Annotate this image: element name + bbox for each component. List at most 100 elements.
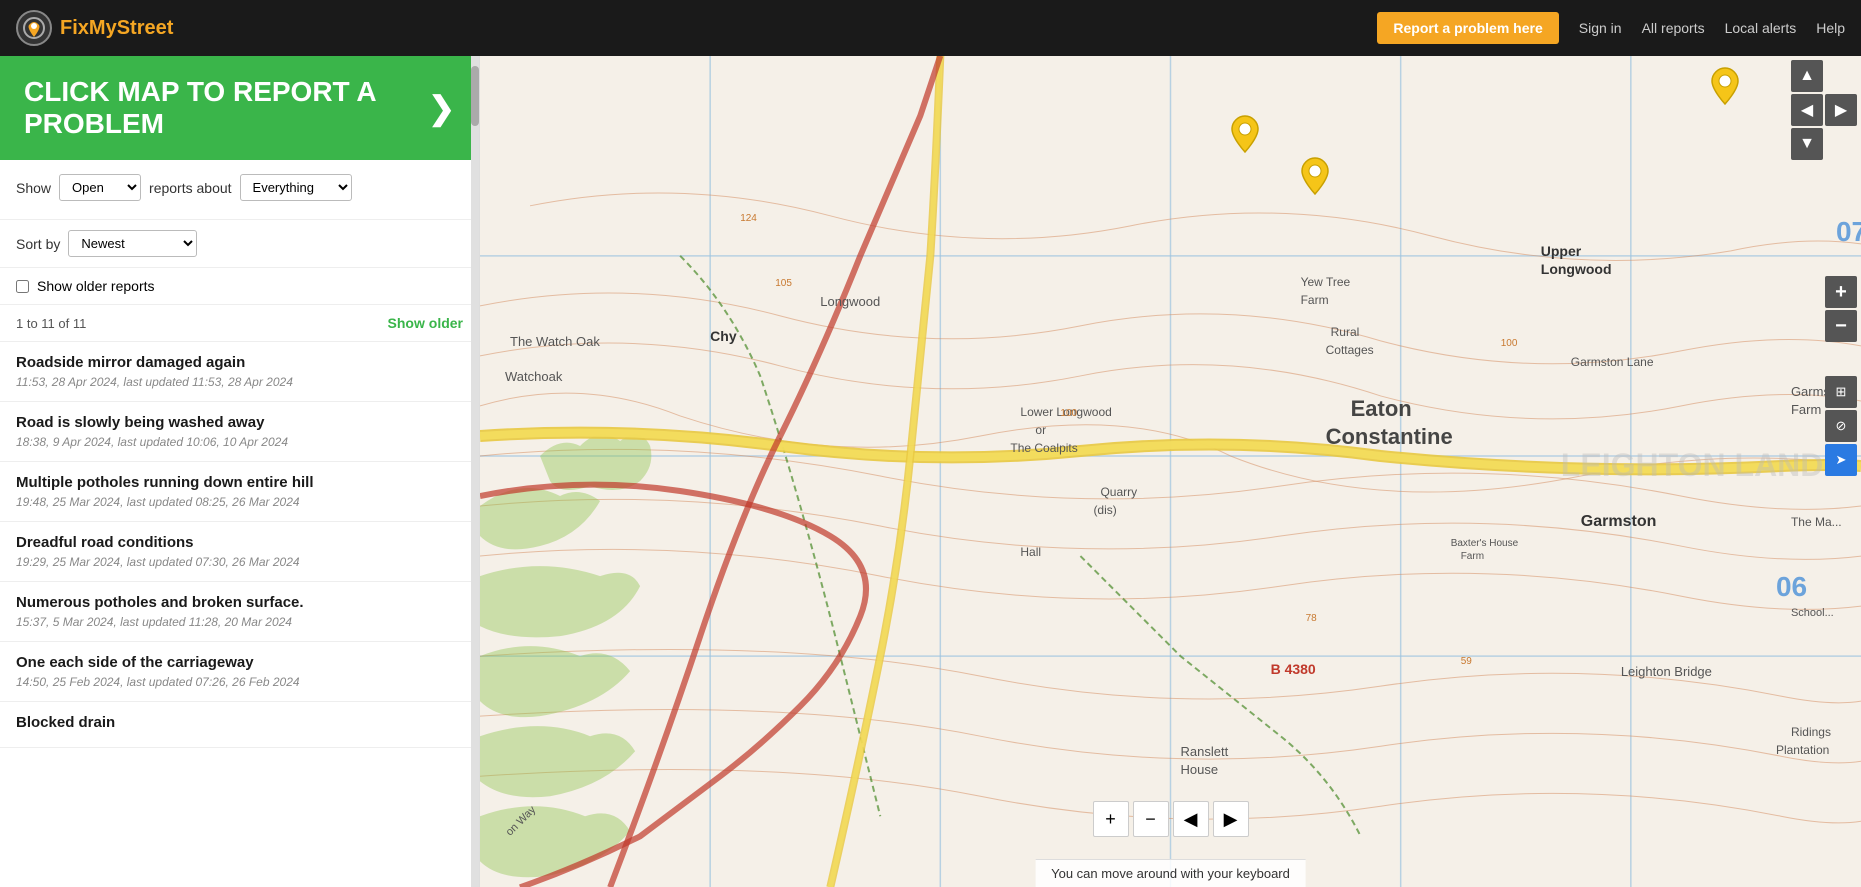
map-nav-left-button[interactable]: ◀ (1173, 801, 1209, 837)
svg-text:100: 100 (1501, 338, 1518, 349)
reports-list: Roadside mirror damaged again11:53, 28 A… (0, 342, 479, 748)
sort-select[interactable]: Newest Oldest Most updated (68, 230, 197, 257)
logo-area: FixMyStreet (16, 10, 1361, 46)
zoom-out-button[interactable]: − (1825, 310, 1857, 342)
report-meta: 14:50, 25 Feb 2024, last updated 07:26, … (16, 675, 463, 689)
banner-arrow-icon: ❯ (428, 89, 455, 127)
map-pan-right-button[interactable]: ▶ (1825, 94, 1857, 126)
svg-text:Ranslett: Ranslett (1181, 744, 1229, 759)
map-nav-buttons: + − ◀ ▶ (1093, 801, 1249, 837)
svg-text:105: 105 (775, 278, 792, 289)
report-meta: 15:37, 5 Mar 2024, last updated 11:28, 2… (16, 615, 463, 629)
svg-text:59: 59 (1461, 656, 1473, 667)
svg-text:Constantine: Constantine (1326, 424, 1453, 449)
svg-text:Farm: Farm (1301, 293, 1329, 307)
header: FixMyStreet Report a problem here Sign i… (0, 0, 1861, 56)
map-nav-right-button[interactable]: ▶ (1213, 801, 1249, 837)
logo-text: FixMyStreet (60, 17, 173, 40)
map-layers-button[interactable]: ⊘ (1825, 410, 1857, 442)
click-map-banner[interactable]: CLICK MAP TO REPORT A PROBLEM ❯ (0, 56, 479, 160)
report-list-item[interactable]: Road is slowly being washed away18:38, 9… (0, 402, 479, 462)
map-marker-1[interactable] (1230, 114, 1260, 154)
report-problem-button[interactable]: Report a problem here (1377, 12, 1558, 44)
logo-fix: Fix (60, 17, 89, 39)
report-title: Blocked drain (16, 714, 463, 731)
main-layout: CLICK MAP TO REPORT A PROBLEM ❯ Show Ope… (0, 56, 1861, 887)
filters-section: Show Open Fixed All reports about Everyt… (0, 160, 479, 220)
report-title: Multiple potholes running down entire hi… (16, 474, 463, 491)
sort-label: Sort by (16, 236, 60, 252)
report-meta: 18:38, 9 Apr 2024, last updated 10:06, 1… (16, 435, 463, 449)
svg-text:Upper: Upper (1541, 243, 1582, 259)
show-older-row: Show older reports (0, 268, 479, 305)
svg-text:Farm: Farm (1791, 402, 1821, 417)
map-background: 07 06 (480, 56, 1861, 887)
svg-text:Plantation: Plantation (1776, 743, 1829, 757)
map-fullscreen-button[interactable]: ⊞ (1825, 376, 1857, 408)
map-pan-left-button[interactable]: ◀ (1791, 94, 1823, 126)
help-link[interactable]: Help (1816, 20, 1845, 36)
show-category-select[interactable]: Everything Potholes Roads Drains (240, 174, 352, 201)
report-meta: 19:29, 25 Mar 2024, last updated 07:30, … (16, 555, 463, 569)
report-title: Roadside mirror damaged again (16, 354, 463, 371)
all-reports-link[interactable]: All reports (1642, 20, 1705, 36)
report-title: Dreadful road conditions (16, 534, 463, 551)
svg-text:Quarry: Quarry (1100, 485, 1137, 499)
map-zoom-in-alt-button[interactable]: + (1093, 801, 1129, 837)
zoom-in-button[interactable]: + (1825, 276, 1857, 308)
svg-text:Farm: Farm (1461, 551, 1484, 562)
reports-list-container: 1 to 11 of 11 Show older Roadside mirror… (0, 305, 479, 887)
sidebar-scrollbar-thumb[interactable] (471, 66, 479, 126)
map-marker-2[interactable] (1300, 156, 1330, 196)
pagination-text: 1 to 11 of 11 (16, 316, 86, 331)
reports-header: 1 to 11 of 11 Show older (0, 305, 479, 342)
filter-row-show: Show Open Fixed All reports about Everyt… (16, 174, 463, 201)
map-location-button[interactable]: ➤ (1825, 444, 1857, 476)
report-list-item[interactable]: Dreadful road conditions 19:29, 25 Mar 20… (0, 522, 479, 582)
svg-text:Longwood: Longwood (1541, 261, 1612, 277)
report-list-item[interactable]: Numerous potholes and broken surface. 15:… (0, 582, 479, 642)
map-container[interactable]: 07 06 (480, 56, 1861, 887)
report-title: Numerous potholes and broken surface. (16, 594, 463, 611)
svg-text:124: 124 (740, 213, 757, 224)
svg-text:The Watch Oak: The Watch Oak (510, 334, 600, 349)
svg-text:Baxter's House: Baxter's House (1451, 538, 1519, 549)
svg-text:78: 78 (1306, 613, 1318, 624)
sidebar-scrollbar-track (471, 56, 479, 887)
svg-text:House: House (1181, 762, 1219, 777)
map-pan-down-button[interactable]: ▼ (1791, 128, 1823, 160)
svg-text:Leighton Bridge: Leighton Bridge (1621, 664, 1712, 679)
report-list-item[interactable]: One each side of the carriageway 14:50, 2… (0, 642, 479, 702)
local-alerts-link[interactable]: Local alerts (1725, 20, 1797, 36)
svg-text:Garmston Lane: Garmston Lane (1571, 355, 1654, 369)
show-status-select[interactable]: Open Fixed All (59, 174, 141, 201)
svg-text:LEIGHTON LAND: LEIGHTON LAND (1561, 447, 1824, 483)
map-pan-up-button[interactable]: ▲ (1791, 60, 1823, 92)
svg-text:School...: School... (1791, 607, 1834, 619)
report-list-item[interactable]: Multiple potholes running down entire hi… (0, 462, 479, 522)
report-title: One each side of the carriageway (16, 654, 463, 671)
sidebar: CLICK MAP TO REPORT A PROBLEM ❯ Show Ope… (0, 56, 480, 887)
svg-text:The Coalpits: The Coalpits (1010, 441, 1077, 455)
svg-text:100: 100 (1060, 408, 1077, 419)
svg-text:Garmston: Garmston (1581, 513, 1657, 530)
show-older-checkbox[interactable] (16, 280, 29, 293)
logo-street: Street (117, 17, 174, 39)
svg-text:Rural: Rural (1331, 325, 1360, 339)
report-list-item[interactable]: Blocked drain (0, 702, 479, 748)
sign-in-link[interactable]: Sign in (1579, 20, 1622, 36)
svg-text:Ridings: Ridings (1791, 725, 1831, 739)
map-zoom-out-alt-button[interactable]: − (1133, 801, 1169, 837)
logo-my: My (89, 17, 117, 39)
svg-text:06: 06 (1776, 571, 1807, 602)
svg-text:Longwood: Longwood (820, 294, 880, 309)
svg-text:Chy: Chy (710, 328, 737, 344)
map-marker-3[interactable] (1710, 66, 1740, 106)
show-older-label[interactable]: Show older reports (37, 278, 155, 294)
svg-text:(dis): (dis) (1093, 503, 1116, 517)
logo-icon (16, 10, 52, 46)
svg-text:Eaton: Eaton (1351, 396, 1412, 421)
report-list-item[interactable]: Roadside mirror damaged again11:53, 28 A… (0, 342, 479, 402)
svg-text:Cottages: Cottages (1326, 343, 1374, 357)
show-older-link[interactable]: Show older (388, 315, 463, 331)
